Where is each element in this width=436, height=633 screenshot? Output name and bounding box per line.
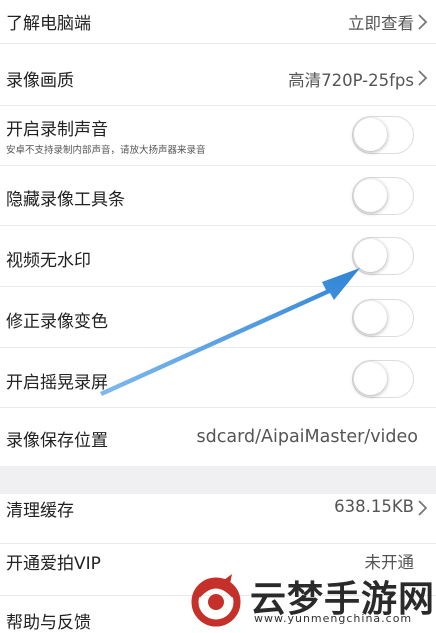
pc-label: 了解电脑端 [6, 14, 91, 34]
fix-color-label: 修正录像变色 [6, 312, 108, 332]
chevron-right-icon [418, 14, 428, 30]
shake-record-label: 开启摇晃录屏 [6, 373, 108, 393]
pc-value: 立即查看 [348, 14, 414, 33]
watermark-url: www.yunmengchina.com [254, 612, 413, 625]
settings-row-clear-cache[interactable]: 清理缓存 638.15KB [0, 494, 436, 544]
no-watermark-toggle[interactable] [352, 237, 414, 275]
vip-label: 开通爱拍VIP [6, 554, 101, 574]
settings-row-save-location[interactable]: 录像保存位置 sdcard/AipaiMaster/video [0, 408, 436, 466]
no-watermark-label: 视频无水印 [6, 251, 91, 271]
toggle-knob [354, 239, 387, 272]
shake-record-toggle[interactable] [352, 360, 414, 398]
chevron-right-icon [418, 500, 428, 516]
toggle-knob [354, 301, 387, 334]
clear-cache-label: 清理缓存 [6, 501, 74, 521]
site-logo-icon [191, 574, 241, 627]
settings-row-no-watermark: 视频无水印 [0, 226, 436, 287]
toggle-knob [354, 179, 387, 212]
hide-toolbar-toggle[interactable] [352, 177, 414, 215]
clear-cache-value: 638.15KB [334, 497, 414, 516]
settings-row-quality[interactable]: 录像画质 高清720P-25fps [0, 44, 436, 106]
quality-label: 录像画质 [6, 71, 74, 91]
chevron-right-icon [418, 70, 428, 86]
settings-row-hide-toolbar: 隐藏录像工具条 [0, 166, 436, 226]
settings-row-fix-color: 修正录像变色 [0, 287, 436, 348]
toggle-knob [354, 118, 387, 151]
save-location-label: 录像保存位置 [6, 431, 108, 451]
settings-row-record-audio: 开启录制声音 安卓不支持录制内部声音，请放大扬声器来录音 [0, 106, 436, 166]
site-watermark: 云梦手游网 www.yunmengchina.com [188, 566, 436, 631]
hide-toolbar-label: 隐藏录像工具条 [6, 190, 125, 210]
section-divider [0, 466, 436, 494]
help-label: 帮助与反馈 [6, 613, 91, 633]
quality-value: 高清720P-25fps [288, 71, 414, 90]
save-location-value: sdcard/AipaiMaster/video [196, 427, 418, 447]
record-audio-label: 开启录制声音 [6, 120, 108, 140]
toggle-knob [354, 362, 387, 395]
settings-row-shake-record: 开启摇晃录屏 [0, 348, 436, 408]
fix-color-toggle[interactable] [352, 299, 414, 337]
record-audio-toggle[interactable] [352, 116, 414, 154]
settings-row-pc[interactable]: 了解电脑端 立即查看 [0, 0, 436, 44]
record-audio-note: 安卓不支持录制内部声音，请放大扬声器来录音 [6, 145, 206, 156]
